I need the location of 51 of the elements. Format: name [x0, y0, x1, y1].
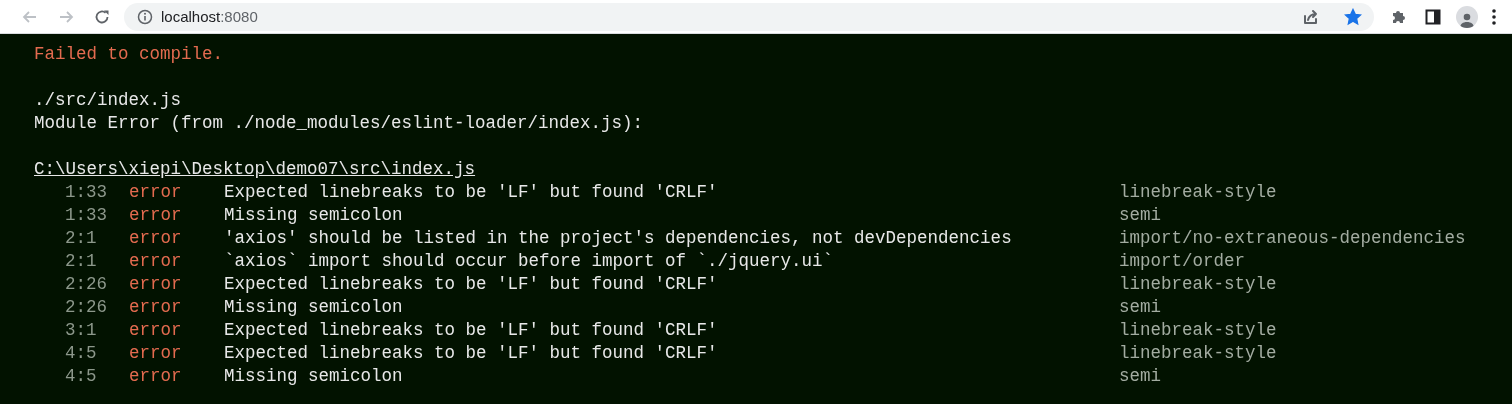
side-panel-icon [1425, 8, 1441, 25]
error-message: Missing semicolon [224, 365, 404, 388]
address-bar[interactable]: localhost:8080 [124, 2, 1374, 31]
line-position: 4:5 [65, 342, 98, 365]
error-message: 'axios' should be listed in the project's dependencies, not devDependencies [224, 227, 1013, 250]
line-position: 2:1 [65, 250, 98, 273]
avatar-icon [1456, 5, 1478, 28]
module-error-text: Module Error (from ./node_modules/eslint-loader/index.js): [34, 112, 644, 135]
error-message: Expected linebreaks to be 'LF' but found 'CRLF' [224, 181, 719, 204]
rule-name: linebreak-style [1119, 273, 1277, 296]
rule-name: import/order [1119, 250, 1246, 273]
line-position: 4:5 [65, 365, 98, 388]
severity-label: error [129, 227, 183, 250]
line-position: 2:1 [65, 227, 98, 250]
error-message: Missing semicolon [224, 204, 404, 227]
severity-label: error [129, 319, 183, 342]
rule-name: linebreak-style [1119, 181, 1277, 204]
error-title: Failed to compile. [34, 43, 224, 66]
url-text: localhost:8080 [161, 8, 259, 25]
rule-name: import/no-extraneous-dependencies [1119, 227, 1466, 250]
error-message: Expected linebreaks to be 'LF' but found 'CRLF' [224, 273, 719, 296]
error-message: Missing semicolon [224, 296, 404, 319]
file-path: C:\Users\xiepi\Desktop\demo07\src\index.js [34, 158, 476, 181]
menu-icon [1492, 8, 1496, 25]
severity-label: error [129, 273, 183, 296]
line-position: 1:33 [65, 181, 108, 204]
severity-label: error [129, 296, 183, 319]
rule-name: linebreak-style [1119, 319, 1277, 342]
reload-icon [94, 8, 110, 25]
line-position: 2:26 [65, 296, 108, 319]
info-icon [137, 8, 153, 25]
severity-label: error [129, 365, 183, 388]
line-position: 3:1 [65, 319, 98, 342]
back-arrow-icon [22, 8, 38, 25]
rule-name: semi [1119, 296, 1161, 319]
error-message: Expected linebreaks to be 'LF' but found 'CRLF' [224, 342, 719, 365]
star-icon[interactable] [1344, 7, 1362, 26]
forward-arrow-icon [58, 8, 74, 25]
line-position: 1:33 [65, 204, 108, 227]
severity-label: error [129, 181, 183, 204]
severity-label: error [129, 204, 183, 227]
error-message: `axios` import should occur before import of `./jquery.ui` [224, 250, 835, 273]
rule-name: linebreak-style [1119, 342, 1277, 365]
line-position: 2:26 [65, 273, 108, 296]
rule-name: semi [1119, 204, 1161, 227]
severity-label: error [129, 342, 183, 365]
file-name: ./src/index.js [34, 89, 182, 112]
rule-name: semi [1119, 365, 1161, 388]
severity-label: error [129, 250, 183, 273]
error-message: Expected linebreaks to be 'LF' but found 'CRLF' [224, 319, 719, 342]
share-icon[interactable] [1302, 8, 1320, 25]
